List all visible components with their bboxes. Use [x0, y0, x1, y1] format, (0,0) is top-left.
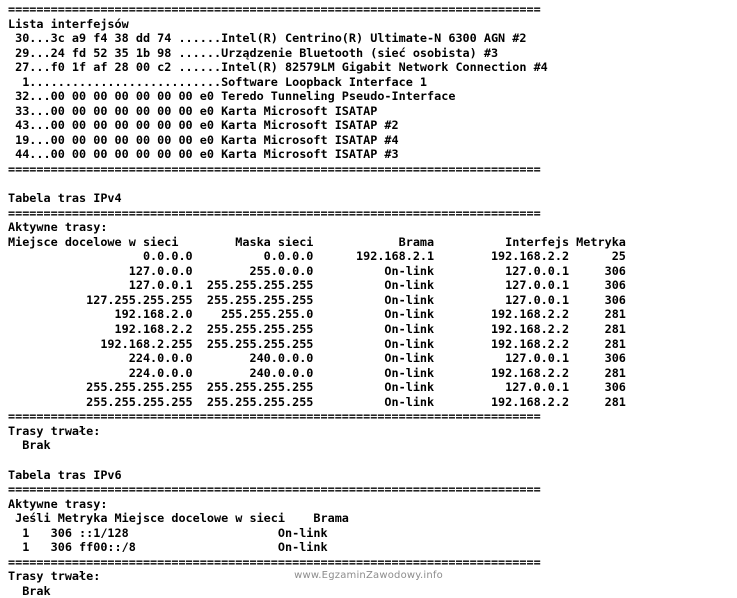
route-print-output: ========================================…	[8, 2, 626, 598]
console-window: ========================================…	[0, 0, 737, 598]
watermark-label: www.EgzaminZawodowy.info	[294, 570, 443, 581]
